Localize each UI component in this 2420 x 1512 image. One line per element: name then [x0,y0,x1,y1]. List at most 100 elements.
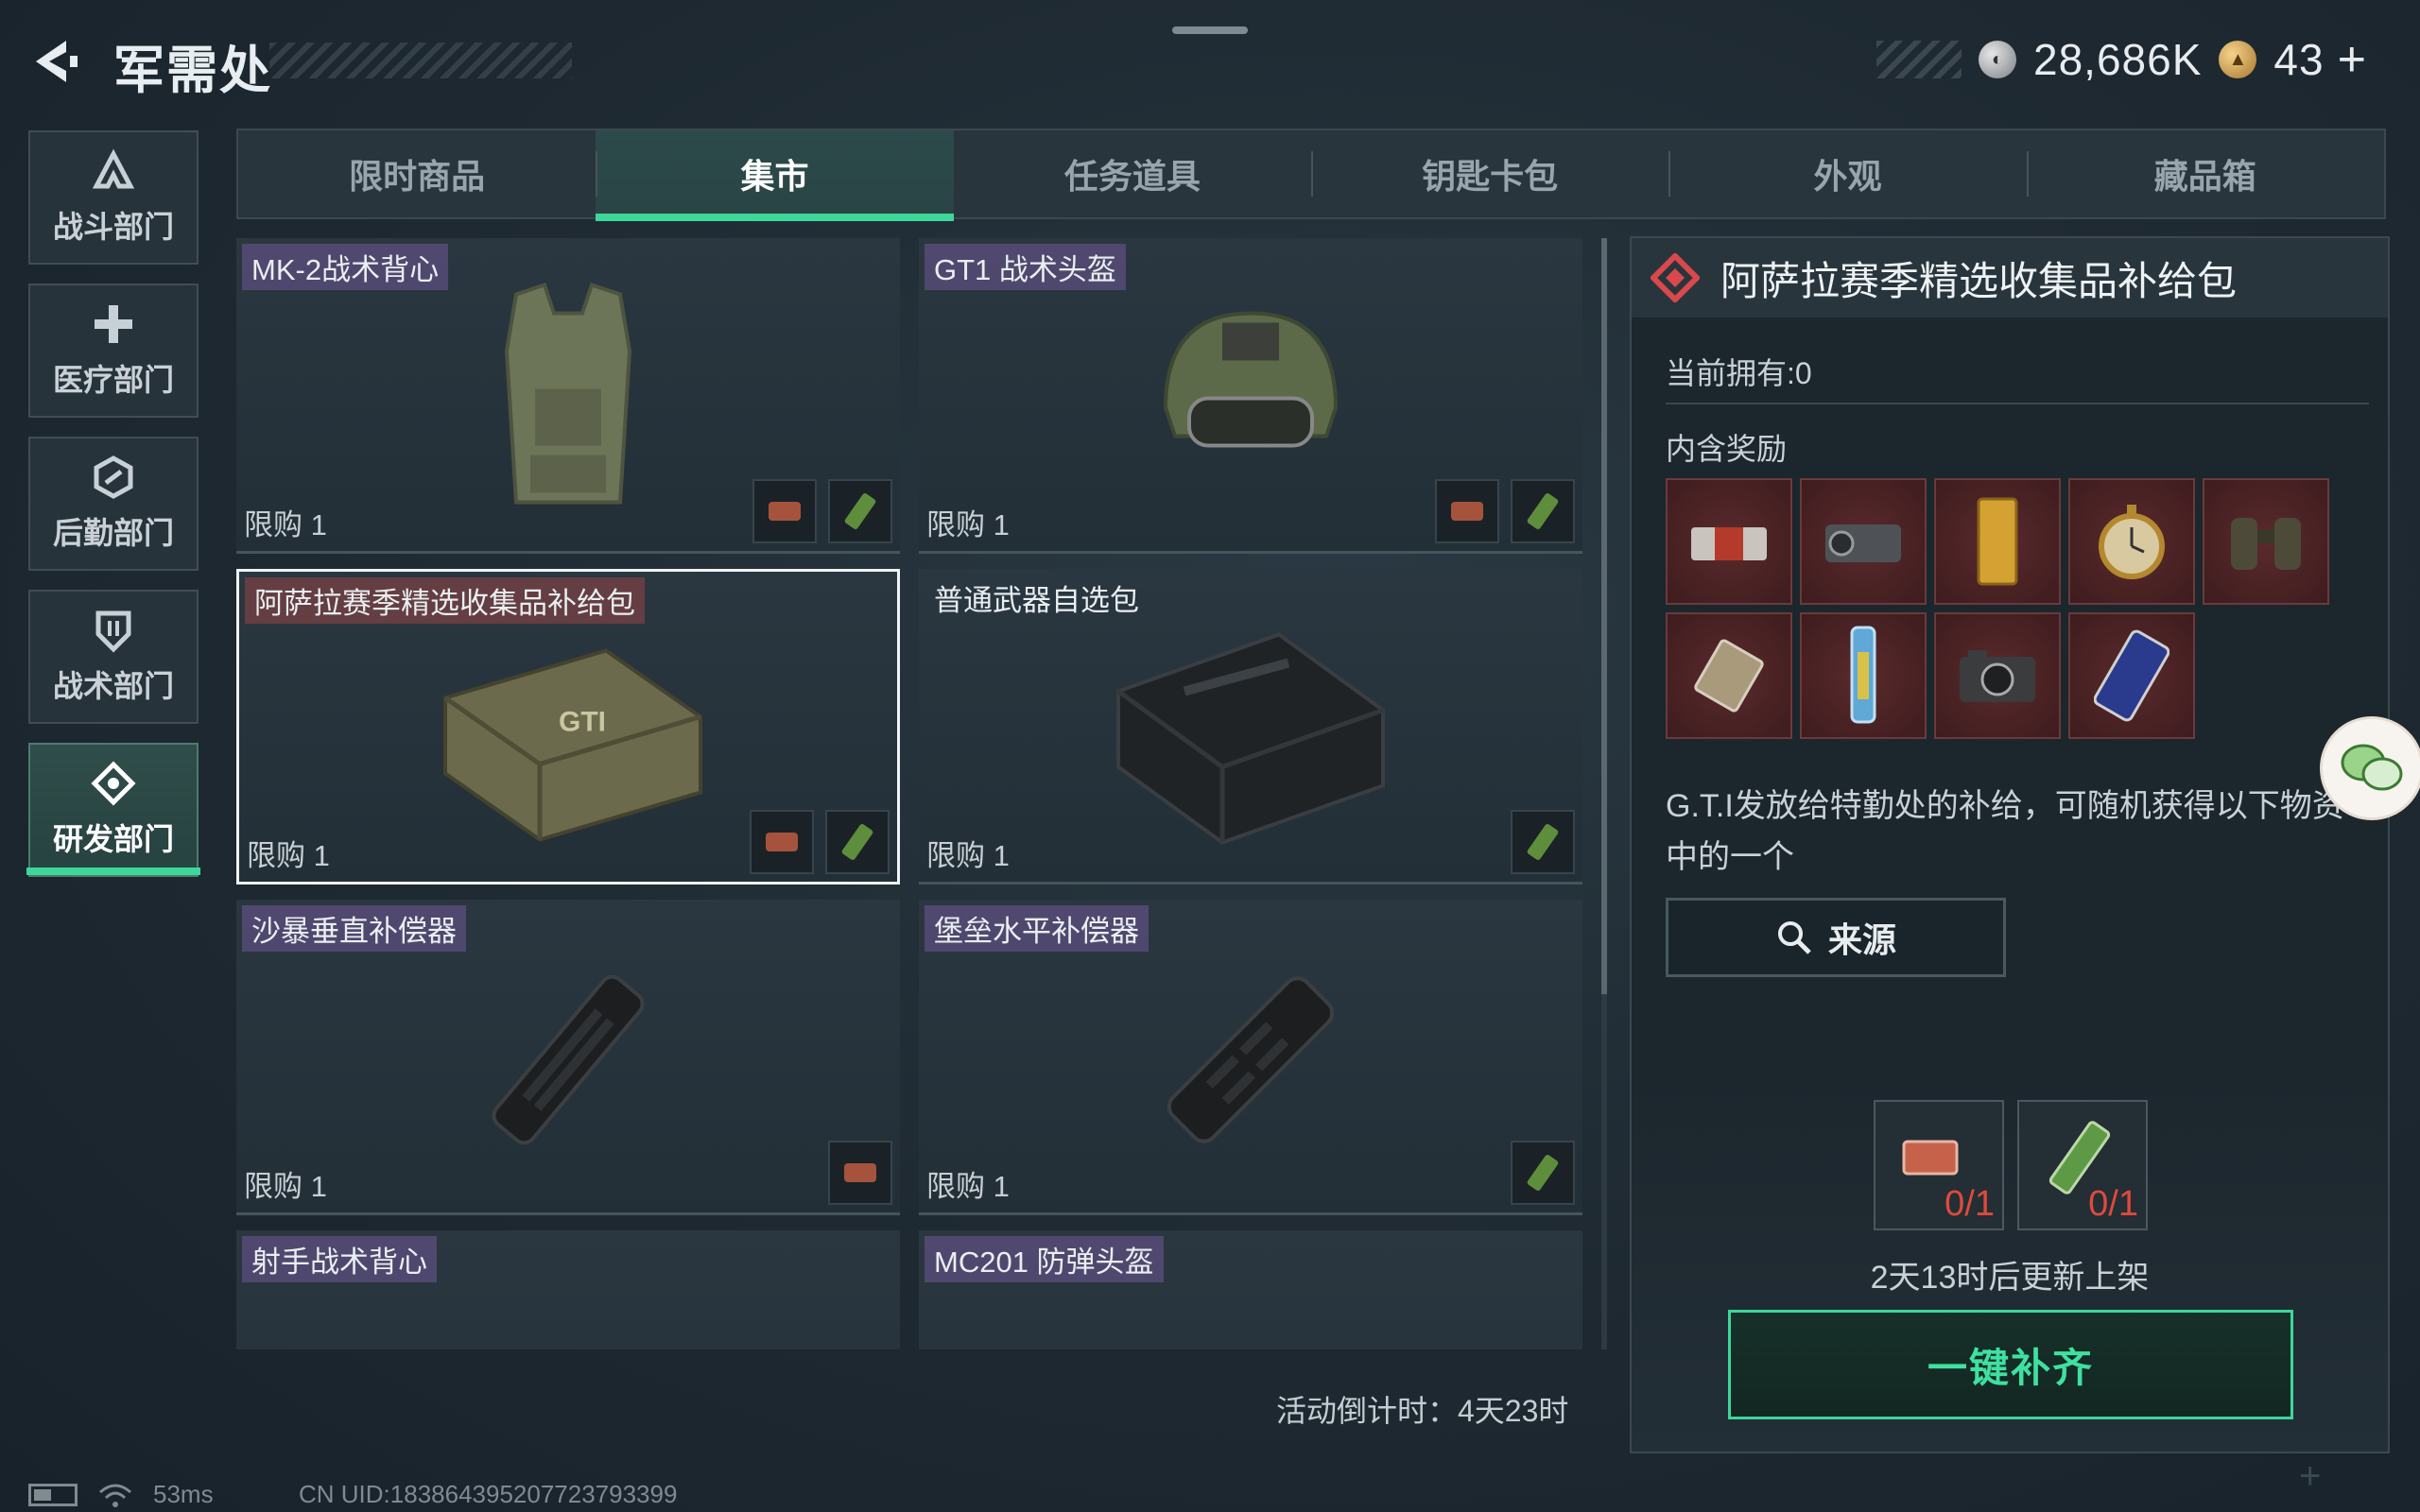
item-name: 阿萨拉赛季精选收集品补给包 [245,577,645,624]
title-stripes [269,43,572,78]
item-name: 射手战术背心 [242,1236,437,1282]
item-name: 普通武器自选包 [934,584,1139,617]
sidebar-item-combat[interactable]: 战斗部门 [28,130,199,265]
silver-currency-value: 28,686K [2033,35,2203,84]
medical-cross-icon [91,301,136,347]
divider [1666,403,2369,404]
sidebar-item-medical[interactable]: 医疗部门 [28,284,199,418]
one-click-fill-button[interactable]: 一键补齐 [1728,1310,2293,1419]
chat-icon [2341,744,2403,791]
red-material-badge [750,810,814,874]
corner-plus-icon: + [2299,1455,2322,1497]
gold-coin-icon: ▲ [2219,41,2257,78]
item-card-weapon-pack[interactable]: 普通武器自选包 限购 1 [919,569,1582,885]
green-material-badge [1511,1141,1575,1205]
gold-bar-icon[interactable] [1934,478,2061,605]
tablet-card-icon[interactable] [1666,612,1792,739]
projector-icon[interactable] [1800,478,1927,605]
item-name: MC201 防弹头盔 [925,1236,1164,1282]
weapon-case-icon [1099,607,1402,857]
tab-market[interactable]: 集市 [596,130,954,221]
battery-icon [28,1483,78,1506]
rewards-label: 内含奖励 [1666,432,1788,466]
chat-bubble-button[interactable] [2320,716,2420,820]
svg-text:GTI: GTI [559,706,606,737]
required-material-green[interactable]: 0/1 [2017,1100,2148,1230]
purchase-limit: 限购 1 [244,1170,327,1203]
purchase-limit: 限购 1 [247,839,330,872]
sidebar-item-tactical[interactable]: 战术部门 [28,590,199,724]
add-currency-button[interactable]: + [2338,31,2366,88]
event-countdown: 活动倒计时：4天23时 [1276,1394,1569,1428]
item-card-horizontal-compensator[interactable]: 堡垒水平补偿器 限购 1 [919,900,1582,1215]
item-card-supply-pack[interactable]: GTI 阿萨拉赛季精选收集品补给包 限购 1 [236,569,900,885]
item-name: GT1 战术头盔 [925,244,1126,290]
pocket-watch-icon[interactable] [2068,478,2195,605]
back-button[interactable] [26,32,83,91]
purchase-limit: 限购 1 [926,1170,1010,1203]
user-uid: CN UID:18386439520772379339​9 [299,1480,678,1508]
green-material-badge [825,810,890,874]
sidebar-item-research[interactable]: 研发部门 [28,743,199,877]
status-bar: 53ms [28,1480,214,1509]
item-card-mc201-helmet[interactable]: MC201 防弹头盔 [919,1230,1582,1349]
green-material-badge [828,479,892,543]
shield-icon [91,608,136,653]
purchase-limit: 限购 1 [926,839,1010,872]
combat-icon [91,148,136,194]
item-grid: MK-2战术背心 限购 1 GT1 战术头盔 限购 1 GTI 阿萨拉赛季精选收… [236,238,1588,1349]
sidebar-item-label: 战斗部门 [52,210,174,244]
sidebar-item-label: 战术部门 [52,669,174,703]
back-arrow-icon [36,41,78,82]
compensator-icon [1137,942,1364,1183]
item-card-vertical-compensator[interactable]: 沙暴垂直补偿器 限购 1 [236,900,900,1215]
tab-quest-items[interactable]: 任务道具 [954,130,1311,217]
tab-keycards[interactable]: 钥匙卡包 [1310,130,1668,217]
drag-handle[interactable] [1172,26,1248,34]
material-count: 0/1 [2088,1184,2138,1224]
tab-limited[interactable]: 限时商品 [238,130,596,217]
research-icon [91,761,136,806]
rarity-diamond-icon [1651,253,1700,302]
sidebar-item-logistics[interactable]: 后勤部门 [28,437,199,571]
cigar-box-icon[interactable] [1666,478,1792,605]
item-card-gt1-helmet[interactable]: GT1 战术头盔 限购 1 [919,238,1582,554]
item-card-mk2-vest[interactable]: MK-2战术背心 限购 1 [236,238,900,554]
helmet-icon [1137,285,1364,517]
binoculars-icon[interactable] [2203,478,2329,605]
wifi-icon [99,1484,131,1507]
gold-currency-value: 43 [2273,35,2325,84]
active-dept-indicator [26,868,200,875]
owned-count: 当前拥有:0 [1666,356,1812,390]
green-material-badge [1511,479,1575,543]
purchase-limit: 限购 1 [926,508,1010,541]
item-description: G.T.I发放给特勤处的补给，可随机获得以下物资中的一个 [1666,788,2344,875]
item-detail-panel: 阿萨拉赛季精选收集品补给包 当前拥有:0 内含奖励 G.T.I发放给特勤处的补给… [1630,236,2390,1453]
source-button[interactable]: 来源 [1666,898,2006,977]
supply-case-icon: GTI [417,612,719,853]
restock-timer: 2天13时后更新上架 [1870,1260,2150,1296]
detail-header: 阿萨拉赛季精选收集品补给包 [1632,238,2388,318]
silver-coin-icon: ◐ [1979,41,2016,78]
tab-collection-box[interactable]: 藏品箱 [2026,130,2384,217]
material-count: 0/1 [1945,1184,1995,1224]
search-icon [1777,921,1811,954]
ping-value: 53ms [153,1480,214,1508]
tab-appearance[interactable]: 外观 [1668,130,2026,217]
grid-scrollbar-thumb[interactable] [1601,238,1607,994]
currency-area: ◐ 28,686K ▲ 43 + [1876,32,2406,87]
tactical-vest-icon [478,276,658,526]
required-material-red[interactable]: 0/1 [1874,1100,2004,1230]
item-card-marksman-vest[interactable]: 射手战术背心 [236,1230,900,1349]
item-name: 沙暴垂直补偿器 [242,905,466,952]
smartphone-icon[interactable] [2068,612,2195,739]
detail-title: 阿萨拉赛季精选收集品补给包 [1720,258,2238,303]
ampoule-icon[interactable] [1800,612,1927,739]
camera-icon[interactable] [1934,612,2061,739]
item-name: MK-2战术背心 [242,244,449,290]
red-material-badge [828,1141,892,1205]
page-title: 军需处 [113,43,272,99]
green-material-badge [1511,810,1575,874]
tab-bar: 限时商品 集市 任务道具 钥匙卡包 外观 藏品箱 [236,129,2386,221]
sidebar-item-label: 研发部门 [52,822,174,856]
